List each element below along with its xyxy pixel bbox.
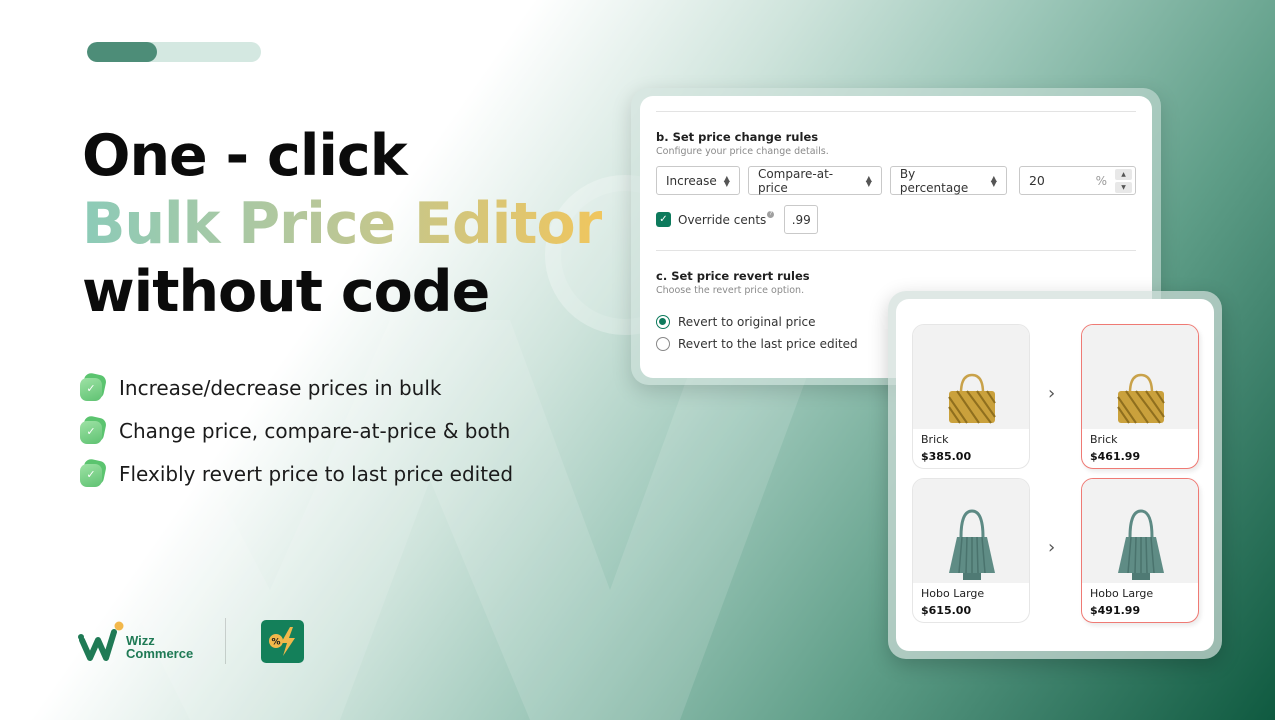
product-image: [1082, 325, 1198, 429]
price-change-subtitle: Configure your price change details.: [656, 146, 829, 157]
method-select[interactable]: By percentage ▲ ▼: [889, 166, 1007, 195]
edge-strip: [1275, 0, 1280, 720]
slide-progress-bar: [87, 42, 261, 62]
direction-select[interactable]: Increase ▲ ▼: [656, 166, 740, 195]
product-price: $385.00: [921, 450, 972, 463]
revert-title: c. Set price revert rules: [656, 269, 810, 283]
teal-handbag-image: [1118, 509, 1164, 580]
price-change-controls: Increase ▲ ▼ Compare-at-price ▲ ▼ By perce…: [656, 166, 1136, 195]
divider: [656, 250, 1136, 251]
gold-handbag-image: [1117, 373, 1165, 424]
wizz-commerce-logo: Wizz Commerce: [78, 620, 193, 662]
decor-circle: [0, 420, 75, 520]
chevron-right-icon: ›: [1048, 537, 1056, 558]
product-image: [913, 325, 1029, 429]
select-arrows-icon: ▲ ▼: [990, 173, 997, 188]
cents-value-input[interactable]: .99: [784, 205, 819, 234]
select-arrows-icon: ▲ ▼: [865, 173, 872, 188]
wizz-w-icon: [78, 621, 124, 661]
product-card-before: Hobo Large $615.00: [912, 478, 1030, 623]
check-badge-icon: ✓: [78, 457, 108, 488]
feature-text: Change price, compare-at-price & both: [119, 418, 511, 443]
product-name: Hobo Large: [921, 587, 985, 600]
amount-stepper: ▲ ▼: [1115, 169, 1132, 193]
price-change-title: b. Set price change rules: [656, 130, 819, 144]
product-image: [1082, 479, 1198, 583]
svg-text:%: %: [271, 638, 280, 648]
feature-text: Increase/decrease prices in bulk: [119, 375, 442, 400]
override-cents-row: ✓ Override cents? .99: [656, 205, 1136, 234]
override-cents-label: Override cents?: [678, 210, 775, 227]
override-cents-checkbox[interactable]: ✓: [656, 212, 671, 227]
feature-item: ✓ Change price, compare-at-price & both: [78, 409, 513, 452]
check-badge-icon: ✓: [78, 371, 108, 402]
feature-item: ✓ Increase/decrease prices in bulk: [78, 366, 513, 409]
feature-list: ✓ Increase/decrease prices in bulk ✓ Cha…: [78, 366, 513, 495]
product-card-after: Brick $461.99: [1081, 324, 1199, 469]
product-price: $461.99: [1090, 450, 1141, 463]
decrement-button[interactable]: ▼: [1115, 182, 1132, 193]
wizz-commerce-wordmark: Wizz Commerce: [126, 633, 194, 661]
check-badge-icon: ✓: [78, 414, 108, 445]
product-image: [913, 479, 1029, 583]
hero-banner: One - click Bulk Price Editor without co…: [0, 0, 1275, 720]
help-icon[interactable]: ?: [767, 210, 775, 218]
headline-line-1: One - click: [82, 123, 408, 189]
target-field-select[interactable]: Compare-at-price ▲ ▼: [747, 166, 882, 195]
product-price: $615.00: [921, 604, 972, 617]
headline-line-3: without code: [82, 259, 490, 325]
radio-selected[interactable]: [656, 315, 670, 329]
slide-progress-fill: [87, 42, 157, 62]
product-card-before: Brick $385.00: [912, 324, 1030, 469]
headline-line-2: Bulk Price Editor: [82, 191, 603, 257]
product-name: Brick: [921, 433, 949, 446]
product-name: Hobo Large: [1090, 587, 1154, 600]
chevron-right-icon: ›: [1048, 383, 1056, 404]
feature-text: Flexibly revert price to last price edit…: [119, 461, 514, 486]
teal-handbag-image: [949, 509, 995, 580]
brand-divider: [225, 618, 227, 664]
amount-input[interactable]: 20 % ▲ ▼: [1018, 166, 1136, 195]
headline: One - click Bulk Price Editor without co…: [82, 122, 603, 326]
brand-footer: Wizz Commerce %: [78, 618, 305, 664]
checkmark-icon: ✓: [659, 214, 668, 225]
product-price: $491.99: [1090, 604, 1141, 617]
select-arrows-icon: ▲ ▼: [723, 173, 730, 188]
percent-lightning-icon: %: [261, 619, 305, 663]
product-preview-panel: Brick $385.00 › Brick $461.99 Hobo Large…: [896, 299, 1214, 651]
divider: [656, 111, 1136, 112]
percent-unit: %: [1095, 173, 1107, 188]
gold-handbag-image: [948, 373, 996, 424]
product-card-after: Hobo Large $491.99: [1081, 478, 1199, 623]
feature-item: ✓ Flexibly revert price to last price ed…: [78, 452, 513, 495]
increment-button[interactable]: ▲: [1115, 169, 1132, 180]
product-name: Brick: [1090, 433, 1118, 446]
radio-unselected[interactable]: [656, 337, 670, 351]
